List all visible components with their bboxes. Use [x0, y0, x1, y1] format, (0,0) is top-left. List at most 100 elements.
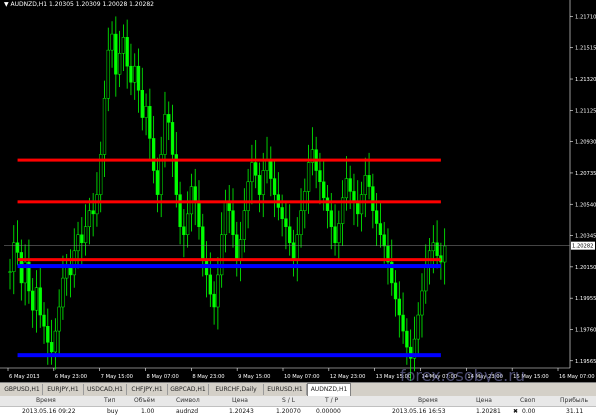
- candle-body: [257, 175, 262, 195]
- candle-body: [117, 53, 122, 75]
- candle-body: [416, 314, 420, 340]
- candle-body: [333, 226, 337, 244]
- candle-body: [435, 242, 439, 256]
- tab-audnzd[interactable]: AUDNZD,H1: [307, 383, 351, 396]
- level-line: [17, 200, 441, 204]
- candle-body: [167, 114, 171, 123]
- col-sl[interactable]: S / L: [282, 396, 295, 406]
- candle-body: [178, 194, 182, 227]
- y-tick-label: 1.19760: [575, 327, 596, 333]
- y-tick-label: 1.19565: [575, 359, 596, 365]
- candle-body: [136, 65, 141, 91]
- candle-body: [242, 210, 246, 240]
- x-tick-label: 10 May 07:00: [284, 374, 320, 380]
- candle-body: [443, 245, 447, 263]
- y-tick-label: 1.21320: [575, 77, 596, 83]
- col-symbol[interactable]: Символ: [176, 396, 200, 406]
- candle-body: [363, 175, 367, 195]
- candle-body: [420, 290, 424, 316]
- candle-body: [163, 114, 167, 155]
- candle-body: [68, 266, 73, 276]
- x-tick-label: 7 May 15:00: [101, 374, 133, 380]
- candle-body: [238, 239, 243, 260]
- tab-eurjpy[interactable]: EURJPY,H1: [43, 384, 84, 395]
- candle-body: [371, 186, 375, 211]
- candle-body: [197, 202, 201, 227]
- candle-body: [42, 314, 46, 327]
- col-price-open[interactable]: Цена: [232, 396, 248, 406]
- chart-area[interactable]: 1.21710 1.21515 1.21320 1.21125 1.20930 1.207…: [0, 0, 596, 382]
- candle-body: [393, 282, 398, 300]
- close-order-icon[interactable]: ✖: [513, 407, 518, 417]
- tab-usdcad[interactable]: USDCAD,H1: [84, 384, 127, 395]
- y-tick-label: 1.20345: [575, 234, 596, 240]
- y-tick-label: 1.20540: [575, 202, 596, 208]
- candle-body: [337, 223, 341, 244]
- y-tick-label: 1.20150: [575, 265, 596, 271]
- candle-body: [87, 210, 92, 227]
- order-close-time: 2013.05.16 16:53: [392, 408, 446, 415]
- candle-body: [374, 210, 379, 224]
- candle-body: [185, 213, 190, 236]
- candle-body: [95, 194, 99, 215]
- order-row[interactable]: 2013.05.16 09:22 buy 1.00 audnzd 1.20243…: [0, 407, 596, 419]
- price-chart[interactable]: 1.21710 1.21515 1.21320 1.21125 1.20930 1.207…: [0, 0, 596, 382]
- candle-body: [235, 234, 239, 260]
- candle-body: [170, 122, 175, 155]
- tab-chfjpy[interactable]: CHFJPY,H1: [127, 384, 168, 395]
- level-line: [17, 258, 441, 262]
- col-tp[interactable]: T / P: [325, 396, 338, 406]
- tab-eurchf[interactable]: EURCHF,Daily: [209, 384, 264, 395]
- col-swap[interactable]: Своп: [520, 396, 535, 406]
- candle-body: [306, 162, 311, 192]
- candle-body: [76, 234, 80, 252]
- tab-gbpcad[interactable]: GBPCAD,H1: [168, 384, 209, 395]
- candle-body: [291, 242, 296, 260]
- candle-body: [61, 277, 65, 308]
- candle-body: [189, 186, 194, 215]
- candle-body: [288, 226, 292, 244]
- candle-body: [121, 37, 126, 54]
- col-volume[interactable]: Объём: [134, 396, 155, 406]
- x-tick-label: 16 May 07:00: [559, 374, 595, 380]
- candle-body: [182, 226, 186, 236]
- candle-body: [299, 210, 303, 236]
- candle-body: [129, 65, 133, 83]
- candle-body: [8, 271, 12, 273]
- symbol-ohlc-text: AUDNZD,H1 1.20305 1.20309 1.20028 1.2028…: [10, 1, 154, 8]
- y-tick-label: 1.20735: [575, 171, 596, 177]
- candle-body: [31, 290, 35, 311]
- col-profit[interactable]: Прибыль: [560, 396, 588, 406]
- candle-body: [193, 186, 197, 203]
- tab-eurusd[interactable]: EURUSD,H1: [264, 384, 307, 395]
- col-time-open[interactable]: Время: [36, 396, 56, 406]
- candle-body: [102, 98, 107, 155]
- candle-body: [65, 266, 69, 279]
- x-tick-label: 8 May 07:00: [147, 374, 179, 380]
- tab-gbpusd[interactable]: GBPUSD,H1: [2, 384, 43, 395]
- dropdown-triangle-icon[interactable]: ▼: [4, 1, 9, 8]
- col-time-close[interactable]: Время: [418, 396, 438, 406]
- candle-body: [212, 293, 216, 308]
- candle-body: [424, 266, 428, 292]
- candle-body: [254, 162, 258, 176]
- x-tick-label: 12 May 23:00: [330, 374, 366, 380]
- order-swap: 0.00: [522, 408, 536, 415]
- order-volume: 1.00: [141, 408, 155, 415]
- col-type[interactable]: Тип: [104, 396, 116, 406]
- y-tick-label: 1.21515: [575, 46, 596, 52]
- order-type: buy: [107, 408, 119, 415]
- y-tick-label: 1.20930: [575, 140, 596, 146]
- candle-body: [356, 202, 360, 215]
- candle-body: [431, 242, 435, 252]
- candle-body: [34, 287, 39, 311]
- candle-body: [83, 226, 88, 244]
- candle-body: [57, 306, 61, 332]
- col-price-current[interactable]: Цена: [476, 396, 492, 406]
- order-symbol: audnzd: [176, 408, 199, 415]
- order-profit: 31.11: [566, 408, 584, 415]
- candle-body: [261, 170, 265, 195]
- y-tick-label: 1.21125: [575, 108, 596, 114]
- candle-body: [125, 37, 129, 67]
- candle-body: [220, 234, 224, 276]
